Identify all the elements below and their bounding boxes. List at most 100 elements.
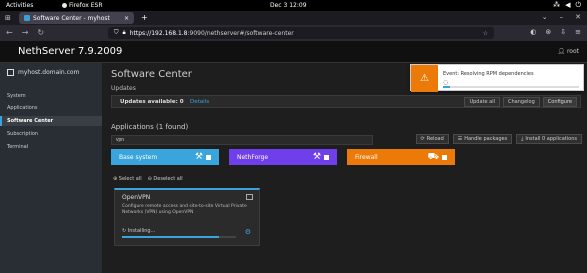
system-tray[interactable]: ⁂ ◀ ⏻ xyxy=(553,1,581,10)
updates-panel: Updates available: 0 Details Update all … xyxy=(111,95,581,108)
app-checkbox[interactable] xyxy=(246,194,253,200)
wrench-icon: ⚒ xyxy=(195,152,211,162)
user-menu[interactable]: 👤︎ root xyxy=(557,48,579,55)
configure-button[interactable]: Configure xyxy=(542,97,577,107)
downloads-icon[interactable]: ⇩ xyxy=(560,28,566,36)
install-label: Install 0 applications xyxy=(525,136,577,142)
power-icon: ⏻ xyxy=(575,1,581,9)
sidebar-item-system[interactable]: System xyxy=(0,91,102,101)
search-input[interactable] xyxy=(111,135,373,145)
tab-software-center[interactable]: Software Center - myhost × xyxy=(19,12,134,24)
warning-icon: ⚠ xyxy=(411,65,438,92)
select-all-button[interactable]: ⊕ Select all xyxy=(113,176,142,182)
sidebar-item-label: System xyxy=(7,93,26,99)
volume-icon: ◀ xyxy=(565,1,571,9)
browser-nav-bar: ← → ↻ ⛉ 🔒︎ https://192.168.1.8:9090/neth… xyxy=(0,25,587,41)
app-card-openvpn[interactable]: OpenVPN Configure remote access and site… xyxy=(114,188,260,246)
nethserver-header: NethServer 7.9.2009 👤︎ root xyxy=(0,41,587,63)
toolbar-buttons: ◐ ⊛ ⇩ ≡ xyxy=(530,28,581,36)
shield-icon[interactable]: ⛉ xyxy=(114,29,119,37)
minimize-icon[interactable]: – xyxy=(560,13,564,21)
toast-message: Event: Resolving RPM dependencies xyxy=(443,71,534,77)
filter-label: Base system xyxy=(119,153,158,161)
filter-base-system[interactable]: Base system ⚒ xyxy=(111,149,219,165)
details-link[interactable]: Details xyxy=(190,99,209,105)
reload-icon[interactable]: ↻ xyxy=(37,28,44,37)
app-name: Firefox ESR xyxy=(69,2,103,9)
install-applications-button[interactable]: ⤓ Install 0 applications xyxy=(516,134,582,144)
sidebar-item-label: Applications xyxy=(7,105,38,111)
event-toast: ⚠ Event: Resolving RPM dependencies ◌ xyxy=(410,64,584,92)
host-selector[interactable]: myhost.domain.com xyxy=(7,69,79,76)
nav-buttons: ← → ↻ xyxy=(6,28,44,37)
updates-heading: Updates xyxy=(111,85,136,92)
install-status: ↻ Installing... xyxy=(122,228,156,234)
applications-heading: Applications (1 found) xyxy=(111,123,189,131)
url-host: https://192.168.1.8 xyxy=(129,29,188,37)
sidebar-item-label: Subscription xyxy=(7,131,39,137)
extensions-icon[interactable]: ⊛ xyxy=(545,28,551,36)
truck-icon: ⛟ xyxy=(428,152,447,163)
network-icon: ⁂ xyxy=(553,1,561,9)
install-progress-fill xyxy=(122,236,219,238)
filter-firewall[interactable]: Firewall ⛟ xyxy=(347,149,455,165)
toast-progress xyxy=(443,86,579,88)
refresh-icon: ⟳ xyxy=(420,136,425,142)
browser-tab-bar: ⊞ Software Center - myhost × + ⌄ – ✕ xyxy=(0,11,587,25)
close-window-icon[interactable]: ✕ xyxy=(575,13,581,21)
changelog-button[interactable]: Changelog xyxy=(503,97,540,107)
clock[interactable]: Dec 3 12:09 xyxy=(270,2,307,9)
address-bar[interactable]: ⛉ 🔒︎ https://192.168.1.8:9090/nethserver… xyxy=(108,27,494,39)
host-name: myhost.domain.com xyxy=(18,69,80,76)
sidebar-item-applications[interactable]: Applications xyxy=(0,103,102,113)
url-text: https://192.168.1.8:9090/nethserver#/sof… xyxy=(130,30,294,37)
deselect-all-button[interactable]: ⊖ Deselect all xyxy=(148,176,183,182)
activities-button[interactable]: Activities xyxy=(6,2,33,9)
filter-nethforge[interactable]: NethForge ⚒ xyxy=(229,149,337,165)
app-description: Configure remote access and site-to-site… xyxy=(122,204,247,215)
lock-icon[interactable]: 🔒︎ xyxy=(123,29,126,37)
forward-icon[interactable]: → xyxy=(22,28,29,37)
sidebar-item-subscription[interactable]: Subscription xyxy=(0,129,102,139)
user-name: root xyxy=(566,48,579,55)
app-menu[interactable]: Firefox ESR xyxy=(62,2,103,9)
brand-title: NethServer 7.9.2009 xyxy=(18,46,123,57)
window-controls: ⌄ – ✕ xyxy=(542,13,581,21)
sidebar: myhost.domain.com System Applications So… xyxy=(0,63,102,273)
updates-available: Updates available: 0 xyxy=(120,99,184,105)
bookmark-star-icon[interactable]: ☆ xyxy=(483,30,488,37)
download-icon: ⤓ xyxy=(521,136,524,142)
main-content: Software Center Updates Updates availabl… xyxy=(102,63,587,273)
list-icon: ☰ xyxy=(457,136,463,142)
reload-button[interactable]: ⟳ Reload xyxy=(415,134,449,144)
update-all-button[interactable]: Update all xyxy=(464,97,500,107)
close-icon[interactable]: × xyxy=(124,15,129,22)
handle-packages-button[interactable]: ☰ Handle packages xyxy=(452,134,513,144)
back-icon[interactable]: ← xyxy=(6,28,13,37)
select-all-label: Select all xyxy=(118,176,142,182)
gnome-top-bar: Activities Firefox ESR Dec 3 12:09 ⁂ ◀ ⏻ xyxy=(0,0,587,11)
chevron-down-icon[interactable]: ⌄ xyxy=(542,13,548,21)
new-tab-button[interactable]: + xyxy=(141,13,148,22)
pocket-icon[interactable]: ◐ xyxy=(530,28,536,36)
category-filters: Base system ⚒ NethForge ⚒ Firewall ⛟ xyxy=(111,149,455,165)
handle-packages-label: Handle packages xyxy=(464,136,508,142)
install-progress xyxy=(122,236,236,238)
page-title: Software Center xyxy=(111,69,192,80)
sidebar-item-software-center[interactable]: Software Center xyxy=(0,116,102,126)
info-icon[interactable]: ⚙ xyxy=(245,228,251,236)
menu-icon[interactable]: ≡ xyxy=(575,28,581,36)
tab-title: Software Center - myhost xyxy=(33,14,110,22)
update-buttons: Update all Changelog Configure xyxy=(464,97,577,107)
hammer-icon: ⚒ xyxy=(313,152,329,162)
deselect-all-label: Deselect all xyxy=(153,176,183,182)
toggle-square xyxy=(324,154,329,160)
app-tool-buttons: ⟳ Reload ☰ Handle packages ⤓ Install 0 appl… xyxy=(415,134,582,144)
tab-list-icon[interactable]: ⊞ xyxy=(5,14,11,22)
spinner-icon: ◌ xyxy=(443,79,449,86)
sidebar-item-terminal[interactable]: Terminal xyxy=(0,142,102,152)
app-name: OpenVPN xyxy=(122,194,151,201)
toggle-square xyxy=(206,154,211,160)
sidebar-item-label: Terminal xyxy=(7,144,29,150)
server-icon xyxy=(7,69,14,76)
